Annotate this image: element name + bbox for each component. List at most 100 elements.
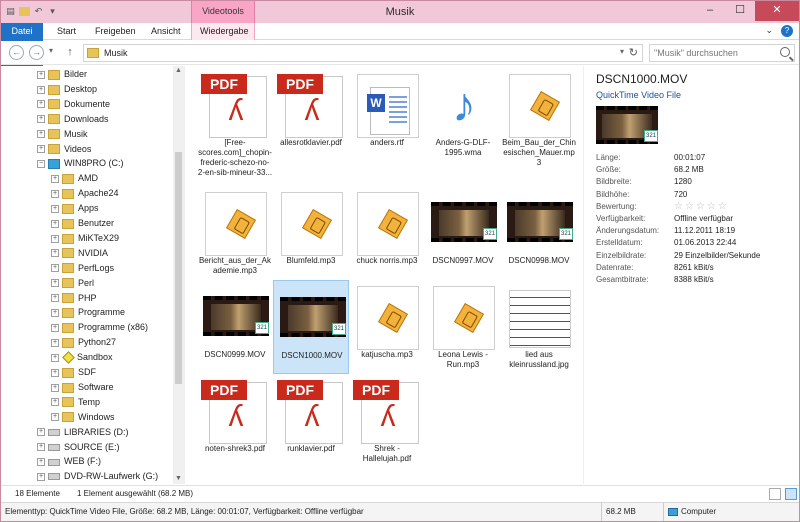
file-item[interactable]: 321 DSCN0999.MOV — [197, 280, 273, 374]
expand-icon[interactable]: + — [51, 353, 59, 362]
sidebar-item[interactable]: + Software — [51, 380, 114, 395]
sidebar-item[interactable]: + SOURCE (E:) — [37, 440, 120, 455]
sidebar-item[interactable]: + Apps — [51, 201, 99, 216]
expand-icon[interactable]: + — [37, 115, 45, 124]
expand-icon[interactable]: + — [51, 279, 59, 288]
file-item[interactable]: PDF ʎ [Free-scores.com]_chopin-frederic-sc… — [197, 68, 273, 182]
file-item[interactable]: Beim_Bau_der_Chinesischen_Mauer.mp3 — [501, 68, 577, 167]
scrollbar-thumb[interactable] — [175, 152, 182, 384]
file-item[interactable]: PDF ʎ noten-shrek3.pdf — [197, 374, 273, 468]
sidebar-item[interactable]: + SDF — [51, 365, 96, 380]
search-box[interactable] — [649, 44, 795, 62]
sidebar-item[interactable]: + Benutzer — [51, 216, 114, 231]
scroll-up-icon[interactable]: ▲ — [173, 66, 184, 76]
expand-icon[interactable]: + — [37, 100, 45, 109]
help-icon[interactable]: ? — [781, 25, 793, 37]
address-bar[interactable]: Musik ▾ ↻ — [83, 44, 643, 62]
file-item[interactable]: lied aus kleinrussland.jpg — [501, 280, 577, 374]
sidebar-item[interactable]: + Dokumente — [37, 97, 110, 112]
expand-icon[interactable]: + — [51, 249, 59, 258]
sidebar-item[interactable]: + Videos — [37, 142, 91, 157]
expand-icon[interactable]: + — [37, 70, 45, 79]
sidebar-item[interactable]: + Sandbox — [51, 350, 113, 365]
file-item[interactable]: PDF ʎ allesrotklavier.pdf — [273, 68, 349, 162]
expand-ribbon-icon[interactable]: ⌄ — [765, 25, 773, 37]
expand-icon[interactable]: + — [37, 458, 45, 467]
expand-icon[interactable]: + — [51, 204, 59, 213]
recent-locations-icon[interactable]: ▾ — [49, 46, 53, 55]
rating-stars[interactable]: ☆☆☆☆☆ — [674, 201, 729, 213]
file-item[interactable]: Bericht_aus_der_Akademie.mp3 — [197, 186, 273, 280]
sidebar-item[interactable]: + Programme (x86) — [51, 320, 148, 335]
sidebar-item[interactable]: + LIBRARIES (D:) — [37, 425, 129, 440]
address-dropdown-icon[interactable]: ▾ — [620, 47, 624, 56]
file-item[interactable]: PDF ʎ runklavier.pdf — [273, 374, 349, 468]
expand-icon[interactable]: + — [51, 368, 59, 377]
expand-icon[interactable]: + — [37, 85, 45, 94]
large-icons-view-icon[interactable] — [785, 488, 797, 500]
sidebar-item[interactable]: + Perl — [51, 276, 94, 291]
sidebar-item[interactable]: + MiKTeX29 — [51, 231, 119, 246]
customize-toolbar-icon[interactable]: ▾ — [47, 5, 58, 17]
scroll-down-icon[interactable]: ▼ — [173, 474, 184, 484]
expand-icon[interactable]: + — [51, 309, 59, 318]
search-input[interactable] — [650, 45, 776, 61]
file-item[interactable]: Wanders.rtf — [349, 68, 425, 162]
file-item[interactable]: katjuscha.mp3 — [349, 280, 425, 374]
sidebar-item[interactable]: + AMD — [51, 171, 98, 186]
sidebar-item[interactable]: + Programme — [51, 305, 125, 320]
sidebar-item[interactable]: + Windows — [51, 410, 115, 425]
expand-icon[interactable]: + — [51, 413, 59, 422]
expand-icon[interactable]: + — [37, 130, 45, 139]
new-folder-icon[interactable] — [19, 6, 30, 16]
expand-icon[interactable]: + — [51, 264, 59, 273]
sidebar-item[interactable]: + Downloads — [37, 112, 109, 127]
expand-icon[interactable]: + — [51, 383, 59, 392]
sidebar-item[interactable]: + Temp — [51, 395, 100, 410]
up-button[interactable]: ↑ — [63, 45, 77, 59]
expand-icon[interactable]: + — [51, 174, 59, 183]
expand-icon[interactable]: + — [51, 323, 59, 332]
sidebar-item[interactable]: − WIN8PRO (C:) — [37, 156, 124, 171]
sidebar-scrollbar[interactable]: ▲ ▼ — [173, 66, 184, 484]
expand-icon[interactable]: − — [37, 160, 45, 169]
sidebar-item[interactable]: + NVIDIA — [51, 246, 108, 261]
file-item[interactable]: 321 DSCN1000.MOV — [273, 280, 349, 374]
file-item[interactable]: 321 DSCN0997.MOV — [425, 186, 501, 280]
tab-wiedergabe[interactable]: Wiedergabe — [191, 23, 255, 40]
expand-icon[interactable]: + — [37, 428, 45, 437]
tab-start[interactable]: Start — [49, 23, 84, 40]
sidebar-item[interactable]: + PerfLogs — [51, 261, 114, 276]
file-item[interactable]: chuck norris.mp3 — [349, 186, 425, 280]
minimize-button[interactable]: – — [695, 1, 725, 21]
expand-icon[interactable]: + — [51, 338, 59, 347]
maximize-button[interactable]: ☐ — [725, 1, 755, 21]
expand-icon[interactable]: + — [51, 219, 59, 228]
expand-icon[interactable]: + — [51, 398, 59, 407]
sidebar-item[interactable]: + Musik — [37, 127, 88, 142]
address-path[interactable]: Musik — [104, 48, 128, 58]
sidebar-item[interactable]: + PHP — [51, 291, 97, 306]
refresh-icon[interactable]: ↻ — [629, 46, 638, 59]
undo-icon[interactable]: ↶ — [33, 5, 44, 17]
back-button[interactable]: ← — [9, 45, 24, 60]
tab-freigeben[interactable]: Freigeben — [87, 23, 144, 40]
sidebar-item[interactable]: + DVD-RW-Laufwerk (G:) — [37, 469, 158, 484]
file-item[interactable]: Blumfeld.mp3 — [273, 186, 349, 280]
file-item[interactable]: ♪ Anders-G-DLF-1995.wma — [425, 68, 501, 162]
expand-icon[interactable]: + — [51, 189, 59, 198]
details-view-icon[interactable] — [769, 488, 781, 500]
tab-ansicht[interactable]: Ansicht — [143, 23, 189, 40]
expand-icon[interactable]: + — [51, 294, 59, 303]
close-button[interactable]: ✕ — [755, 1, 799, 21]
sidebar-item[interactable]: + Python27 — [51, 335, 116, 350]
file-item[interactable]: Leona Lewis - Run.mp3 — [425, 280, 501, 374]
expand-icon[interactable]: + — [37, 145, 45, 154]
expand-icon[interactable]: + — [51, 234, 59, 243]
sidebar-item[interactable]: + Apache24 — [51, 186, 119, 201]
forward-button[interactable]: → — [29, 45, 44, 60]
file-item[interactable]: PDF ʎ Shrek - Hallelujah.pdf — [349, 374, 425, 468]
sidebar-item[interactable]: + Desktop — [37, 82, 97, 97]
expand-icon[interactable]: + — [37, 472, 45, 481]
search-icon[interactable] — [780, 47, 790, 57]
